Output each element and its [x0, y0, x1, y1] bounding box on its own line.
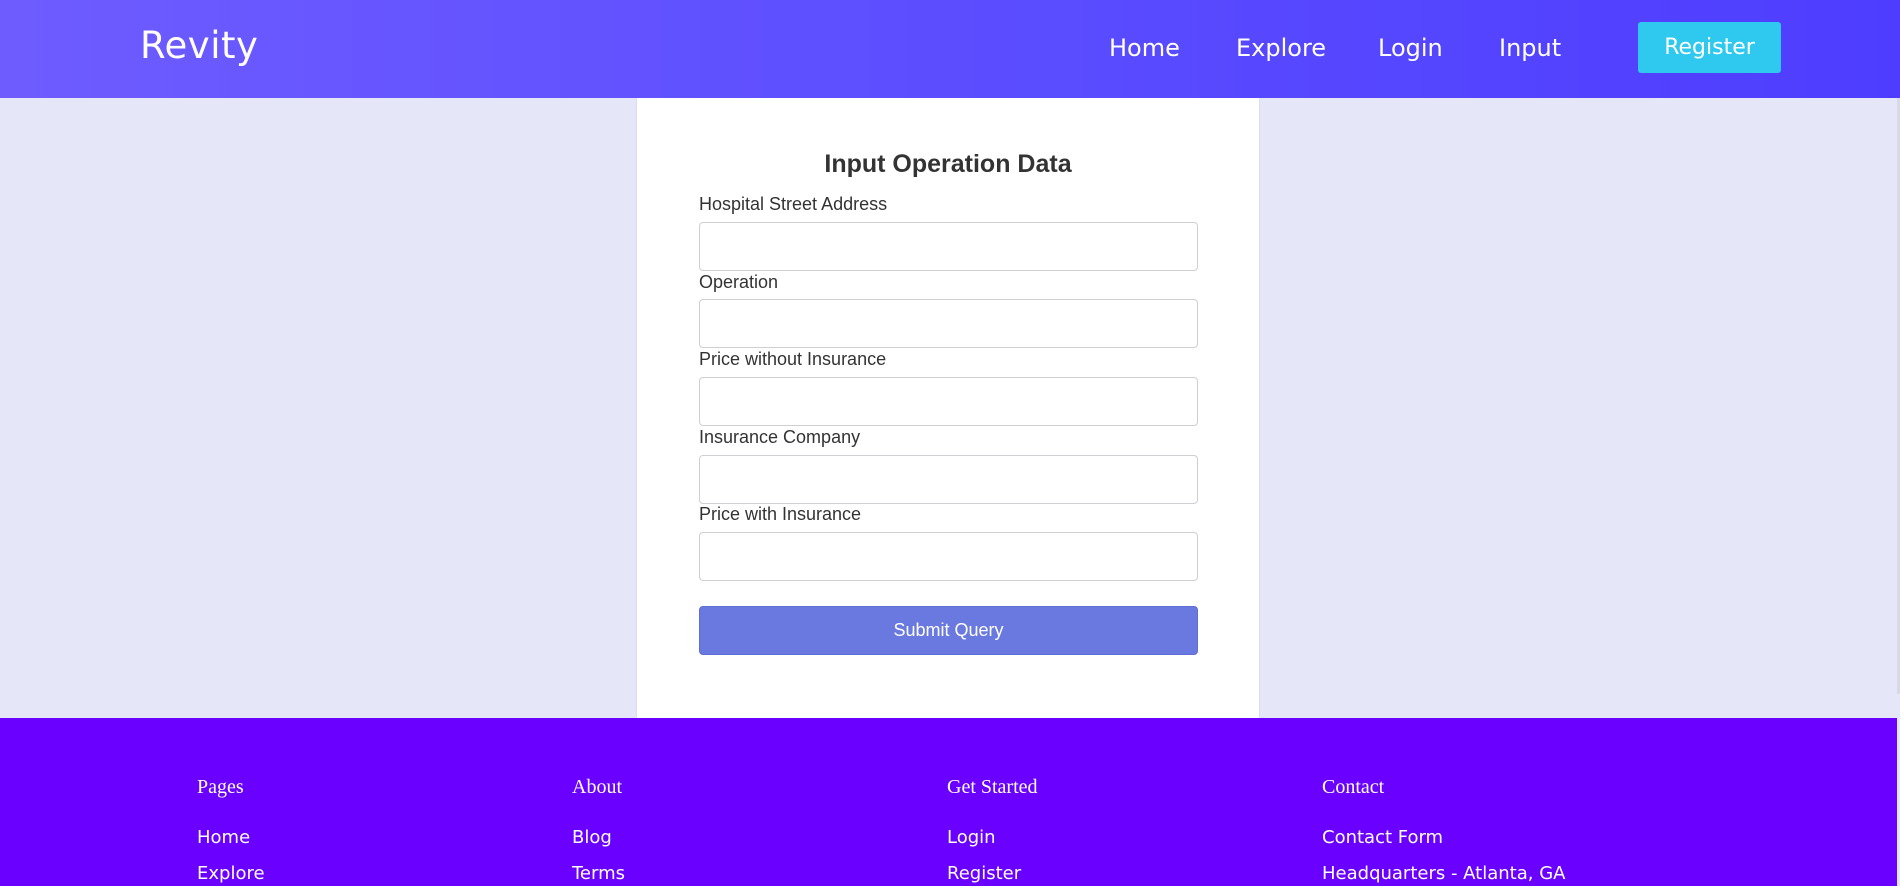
footer-column-contact: Contact Contact Form Headquarters - Atla… [1322, 776, 1565, 884]
site-footer: Pages Home Explore About Blog Terms Get … [0, 718, 1897, 886]
footer-heading-get-started: Get Started [947, 776, 1038, 798]
footer-link-terms[interactable]: Terms [572, 863, 625, 884]
price-without-insurance-label: Price without Insurance [699, 349, 887, 369]
footer-link-contact-form[interactable]: Contact Form [1322, 827, 1565, 848]
nav-link-login[interactable]: Login [1378, 34, 1443, 62]
footer-heading-pages: Pages [197, 776, 244, 798]
footer-column-about: About Blog Terms [572, 776, 625, 884]
insurance-company-label: Insurance Company [699, 427, 861, 447]
nav-link-explore[interactable]: Explore [1236, 34, 1326, 62]
footer-column-get-started: Get Started Login Register [947, 776, 1038, 884]
operation-input[interactable] [699, 299, 1198, 348]
price-with-insurance-label: Price with Insurance [699, 504, 862, 524]
footer-link-blog[interactable]: Blog [572, 827, 625, 848]
insurance-company-input[interactable] [699, 455, 1198, 504]
operation-label: Operation [699, 272, 779, 292]
hospital-address-label: Hospital Street Address [699, 194, 888, 214]
input-form-card: Input Operation Data Hospital Street Add… [636, 98, 1260, 718]
nav-link-home[interactable]: Home [1109, 34, 1180, 62]
footer-link-home[interactable]: Home [197, 827, 265, 848]
footer-link-explore[interactable]: Explore [197, 863, 265, 884]
brand-logo[interactable]: Revity [140, 24, 258, 67]
top-navbar: Revity Home Explore Login Input Register [0, 0, 1900, 98]
footer-heading-about: About [572, 776, 622, 798]
footer-link-headquarters[interactable]: Headquarters - Atlanta, GA [1322, 863, 1565, 884]
form-title: Input Operation Data [824, 150, 1072, 178]
nav-link-input[interactable]: Input [1499, 34, 1561, 62]
submit-query-button[interactable]: Submit Query [699, 606, 1198, 655]
register-button[interactable]: Register [1638, 22, 1781, 73]
hospital-address-input[interactable] [699, 222, 1198, 271]
footer-column-pages: Pages Home Explore [197, 776, 265, 884]
footer-heading-contact: Contact [1322, 776, 1385, 798]
price-without-insurance-input[interactable] [699, 377, 1198, 426]
footer-link-login[interactable]: Login [947, 827, 1038, 848]
price-with-insurance-input[interactable] [699, 532, 1198, 581]
footer-link-register[interactable]: Register [947, 863, 1038, 884]
